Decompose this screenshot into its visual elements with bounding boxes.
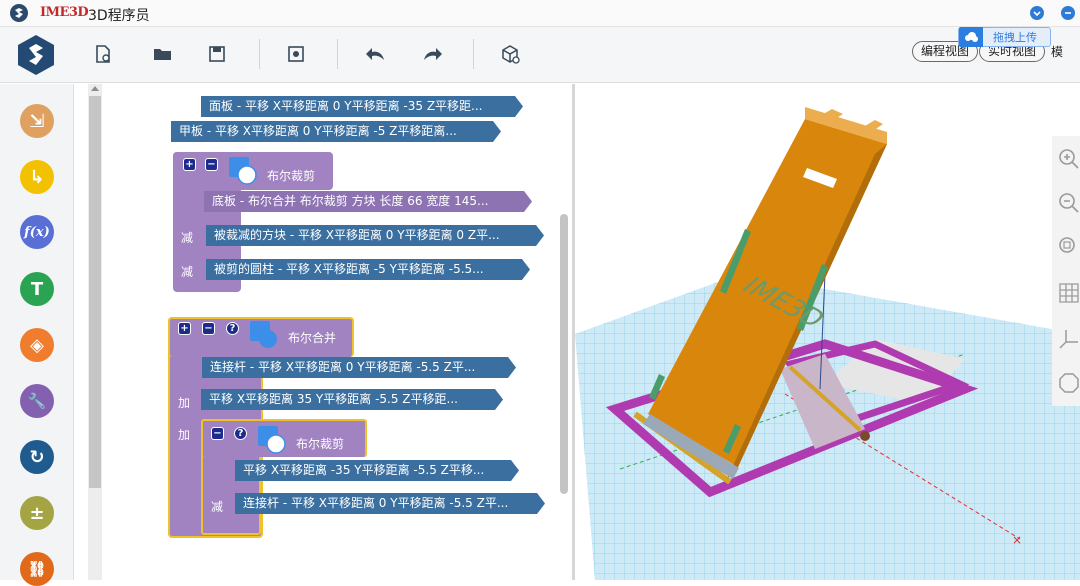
scroll-up-icon[interactable] [91, 86, 99, 91]
gear-icon [288, 46, 304, 62]
settings-button[interactable] [281, 39, 311, 69]
add-label: 加 [178, 396, 191, 410]
new-file-button[interactable] [88, 39, 118, 69]
app-title: 3D程序员 [88, 8, 150, 24]
loop-category-icon[interactable]: ↻ [20, 440, 54, 474]
expand-icon[interactable]: + [183, 158, 196, 171]
minimize-icon[interactable] [1030, 6, 1044, 20]
undo-button[interactable] [360, 39, 390, 69]
math-category-icon[interactable]: ± [20, 496, 54, 530]
block-workspace: 面板 - 平移 X平移距离 0 Y平移距离 -35 Z平移距... 甲板 - 平… [104, 84, 572, 580]
hinge-knob [860, 431, 870, 441]
grid-toggle-icon[interactable] [1058, 282, 1080, 304]
subtract-label: 减 [211, 500, 224, 514]
inner-boolean-cut-label: 布尔裁剪 [296, 437, 345, 451]
new-file-icon [96, 45, 110, 63]
shape-view-icon[interactable] [1058, 372, 1080, 394]
add-label: 加 [178, 428, 191, 442]
scrollbar-thumb[interactable] [89, 96, 101, 488]
boolean-union-shape-icon [249, 320, 281, 350]
workspace-scrollbar[interactable] [560, 214, 568, 494]
connecting-rod-cut-block[interactable]: 连接杆 - 平移 X平移距离 0 Y平移距离 -5.5 Z平... [235, 493, 545, 514]
axes-icon[interactable] [1058, 328, 1080, 350]
connecting-rod-block[interactable]: 连接杆 - 平移 X平移距离 0 Y平移距离 -5.5 Z平... [202, 357, 516, 378]
base-board-block[interactable]: 底板 - 布尔合并 布尔裁剪 方块 长度 66 宽度 145... [204, 191, 532, 212]
translate-neg35-block[interactable]: 平移 X平移距离 -35 Y平移距离 -5.5 Z平移... [235, 460, 519, 481]
cube-icon [502, 45, 520, 64]
3d-model-button[interactable] [495, 39, 525, 69]
function-category-icon[interactable]: f(x) [20, 215, 54, 249]
folder-icon [154, 49, 171, 60]
toolbar-separator [337, 39, 338, 69]
block-category-sidebar: ⇲ ↳ f(x) T ◈ 🔧 ↻ ± ⛓ [0, 84, 74, 586]
tools-category-icon[interactable]: 🔧 [20, 384, 54, 418]
structure-category-icon[interactable]: ⛓ [20, 552, 54, 586]
3d-scene: × IME3D [575, 107, 1080, 580]
toolbar-separator [473, 39, 474, 69]
redo-icon [424, 48, 442, 60]
redo-button[interactable] [418, 39, 448, 69]
app-logo-icon [10, 4, 28, 22]
model-view-button[interactable]: 模 [1051, 43, 1063, 60]
cloud-upload-icon [959, 27, 983, 47]
cut-cube-block[interactable]: 被裁减的方块 - 平移 X平移距离 0 Y平移距离 0 Z平... [206, 225, 544, 246]
inner-boolean-shape-icon [257, 425, 289, 455]
subtract-label: 减 [181, 265, 194, 279]
boolean-shape-icon [228, 156, 260, 186]
toolbar-separator [259, 39, 260, 69]
undo-icon [366, 48, 384, 60]
deck-translate-block[interactable]: 甲板 - 平移 X平移距离 0 Y平移距离 -5 Z平移距离... [171, 121, 501, 142]
boolean-union-label: 布尔合并 [288, 331, 337, 345]
help-icon[interactable]: ? [234, 427, 247, 440]
panel-translate-block[interactable]: 面板 - 平移 X平移距离 0 Y平移距离 -35 Z平移距... [201, 96, 523, 117]
subtract-label: 减 [181, 231, 194, 245]
collapse-icon[interactable]: − [202, 322, 215, 335]
text-category-icon[interactable]: T [20, 272, 54, 306]
sidebar-scrollbar[interactable] [88, 84, 102, 580]
x-axis-marker: × [1012, 533, 1022, 547]
cut-cylinder-block[interactable]: 被剪的圆柱 - 平移 X平移距离 -5 Y平移距离 -5.5... [206, 259, 530, 280]
3d-viewport[interactable]: × IME3D [575, 84, 1080, 580]
title-bar: IME3D 3D程序员 [0, 0, 1080, 27]
move-category-icon[interactable]: ↳ [20, 160, 54, 194]
ime3d-logo-icon [16, 33, 56, 77]
upload-badge[interactable]: 拖拽上传 [958, 27, 1051, 47]
save-icon [209, 46, 225, 62]
zoom-out-icon[interactable] [1058, 192, 1080, 214]
save-button[interactable] [202, 39, 232, 69]
shape-category-icon[interactable]: ◈ [20, 328, 54, 362]
upload-label: 拖拽上传 [993, 31, 1037, 44]
transform-category-icon[interactable]: ⇲ [20, 104, 54, 138]
collapse-icon[interactable]: − [205, 158, 218, 171]
viewport-tool-strip [1052, 136, 1080, 406]
open-folder-button[interactable] [148, 39, 178, 69]
collapse-icon[interactable]: − [211, 427, 224, 440]
zoom-fit-icon[interactable] [1058, 236, 1080, 258]
translate-35-block[interactable]: 平移 X平移距离 35 Y平移距离 -5.5 Z平移距... [201, 389, 503, 410]
zoom-in-icon[interactable] [1058, 148, 1080, 170]
close-icon[interactable] [1061, 6, 1075, 20]
brand-logo: IME3D [40, 5, 89, 20]
expand-icon[interactable]: + [178, 322, 191, 335]
help-icon[interactable]: ? [226, 322, 239, 335]
boolean-cut-label: 布尔裁剪 [267, 169, 316, 183]
